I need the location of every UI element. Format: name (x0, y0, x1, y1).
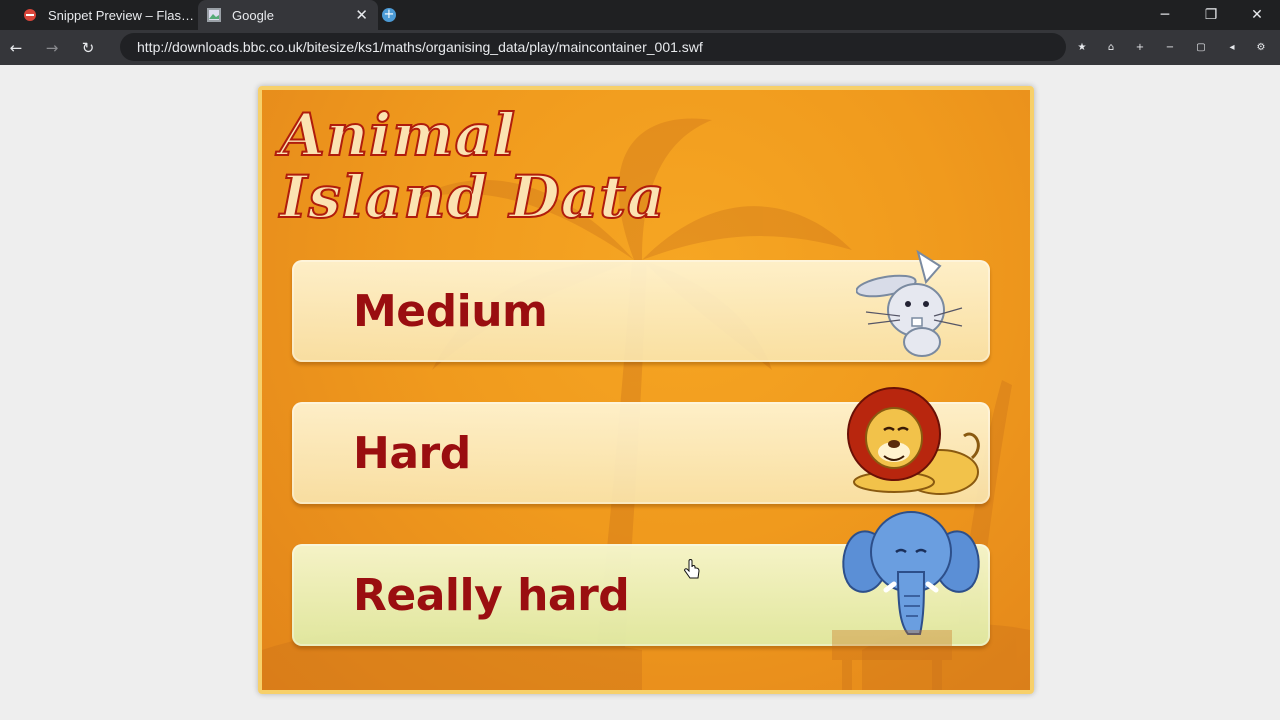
page-icon (206, 7, 222, 23)
title-line-2: Island Data (279, 163, 666, 231)
zoom-out-icon[interactable]: − (1158, 30, 1182, 65)
flash-puzzle-icon (22, 7, 38, 23)
level-label: Really hard (353, 569, 630, 621)
tab-google[interactable]: Google ✕ (198, 0, 378, 30)
hard-level-button[interactable]: Hard (292, 387, 990, 504)
hand-cursor-icon (684, 559, 700, 579)
title-line-1: Animal (279, 101, 517, 169)
restore-button[interactable]: ❐ (1188, 0, 1234, 30)
minimize-button[interactable]: ─ (1142, 0, 1188, 30)
zoom-in-icon[interactable]: + (1128, 30, 1152, 65)
lion-icon (847, 387, 980, 495)
level-label: Hard (353, 427, 471, 479)
game-title: Animal Island Data (279, 101, 666, 231)
forward-button[interactable]: → (36, 30, 68, 65)
tab-title: Google (232, 7, 274, 23)
tab-snippet-preview[interactable]: Snippet Preview – Flash ... (14, 0, 198, 30)
volume-icon[interactable]: ◂ (1220, 30, 1244, 65)
window-close-button[interactable]: ✕ (1234, 0, 1280, 30)
star-icon[interactable]: ★ (1070, 30, 1094, 65)
tab-title: Snippet Preview – Flash ... (48, 7, 198, 23)
medium-level-button[interactable]: Medium (292, 249, 990, 362)
reload-button[interactable]: ↻ (72, 30, 104, 65)
back-button[interactable]: ← (0, 30, 32, 65)
settings-icon[interactable]: ⚙ (1249, 30, 1273, 65)
browser-toolbar: ← → ↻ http://downloads.bbc.co.uk/bitesiz… (0, 30, 1280, 65)
new-tab-button[interactable]: + (382, 8, 396, 22)
home-icon[interactable]: ⌂ (1099, 30, 1123, 65)
level-label: Medium (353, 285, 548, 337)
rabbit-icon (856, 249, 963, 357)
close-icon[interactable]: ✕ (355, 6, 368, 24)
flash-game-stage: Animal Island Data Medium Hard Really ha… (258, 86, 1034, 694)
fullscreen-icon[interactable]: ▢ (1189, 30, 1213, 65)
giraffe-silhouette (832, 630, 952, 690)
address-bar[interactable]: http://downloads.bbc.co.uk/bitesize/ks1/… (120, 33, 1066, 61)
tab-strip: Snippet Preview – Flash ... Google ✕ + ─… (0, 0, 1280, 30)
